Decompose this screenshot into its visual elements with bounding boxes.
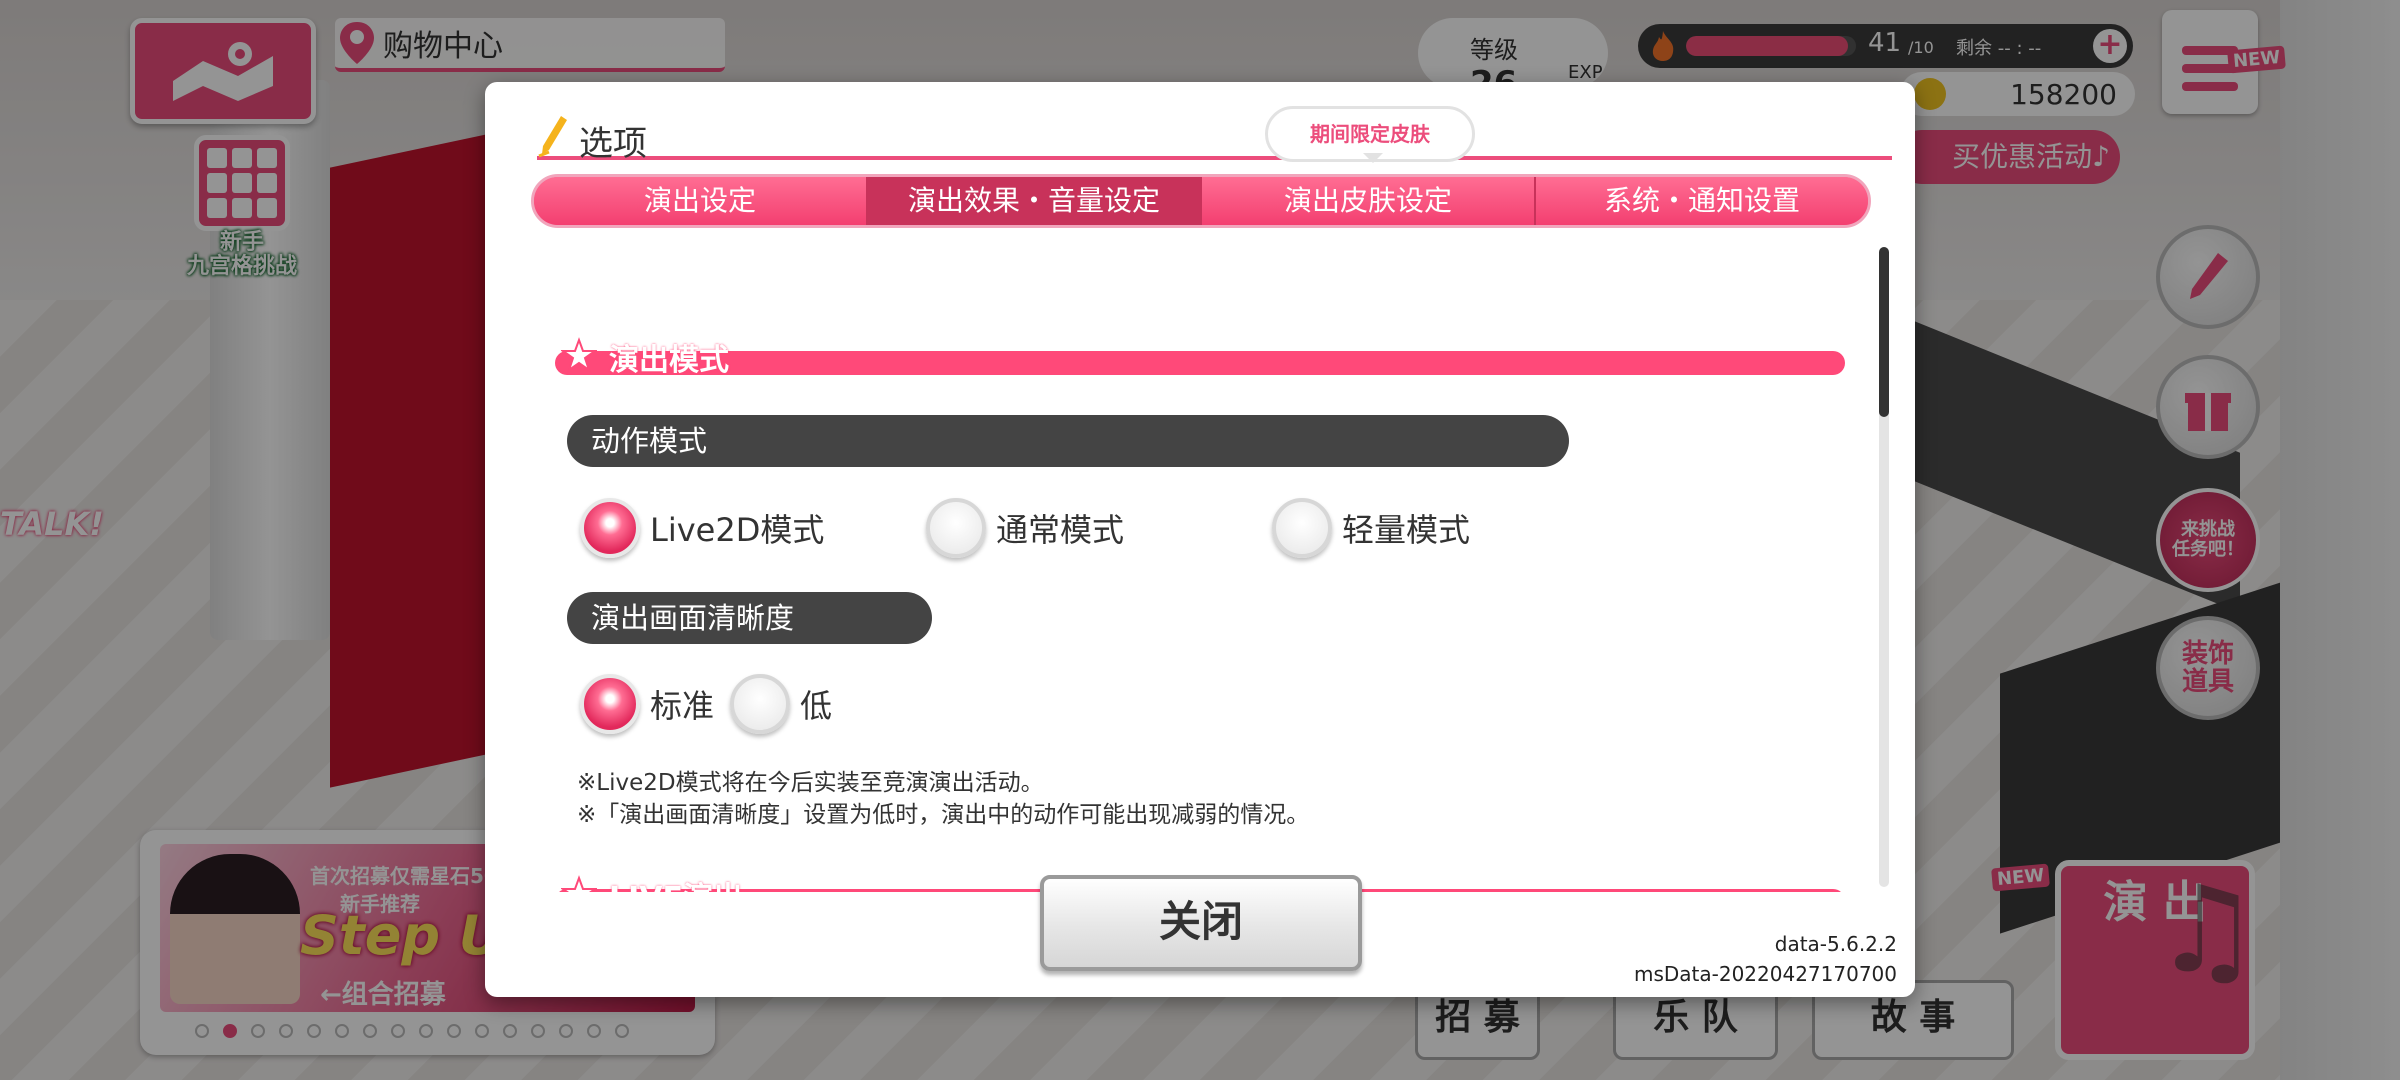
radio-live2d-mode[interactable]: Live2D模式 [580,498,824,558]
radio-quality-standard[interactable]: 标准 [580,674,714,734]
scrollbar-thumb[interactable] [1879,247,1889,417]
section-header-performance-mode: 演出模式 [555,337,1845,378]
msdata-version: msData-20220427170700 [1633,962,1897,986]
radio-indicator [1272,498,1332,558]
radio-indicator [580,498,640,558]
radio-indicator [730,674,790,734]
star-icon [561,337,597,373]
radio-indicator [580,674,640,734]
tab-performance-settings[interactable]: 演出设定 [534,177,868,225]
quality-label: 演出画面清晰度 [567,592,932,644]
settings-tabs: 演出设定 演出效果・音量设定 演出皮肤设定 系统・通知设置 [531,174,1871,228]
close-button[interactable]: 关闭 [1040,875,1362,971]
radio-label: 标准 [650,687,715,725]
note-live2d: ※Live2D模式将在今后实装至竞演演出活动。 [577,770,1044,796]
data-version: data-5.6.2.2 [1774,932,1897,956]
radio-label: 低 [800,687,833,725]
radio-indicator [926,498,986,558]
radio-label: 轻量模式 [1342,511,1471,549]
section-bar [555,351,1845,375]
settings-scroll-area[interactable]: 演出模式 动作模式 Live2D模式 通常模式 轻量模式 演出画面清晰度 标准 … [485,247,1915,892]
tab-system-notifications[interactable]: 系统・通知设置 [1536,177,1868,225]
dialog-title-bar: 选项 [537,110,1892,164]
dialog-title: 选项 [579,124,647,164]
tab-skin-settings[interactable]: 演出皮肤设定 [1202,177,1536,225]
radio-quality-low[interactable]: 低 [730,674,832,734]
tab-effects-volume[interactable]: 演出效果・音量设定 [868,177,1202,225]
options-dialog: 选项 期间限定皮肤 演出设定 演出效果・音量设定 演出皮肤设定 系统・通知设置 … [485,82,1915,997]
star-icon [561,875,597,892]
section-title: 演出模式 [609,343,729,378]
section-title: LIVE演出 [609,873,743,892]
radio-label: Live2D模式 [650,511,825,549]
pen-icon [538,116,567,158]
note-quality: ※「演出画面清晰度」设置为低时，演出中的动作可能出现减弱的情况。 [577,802,1310,828]
radio-normal-mode[interactable]: 通常模式 [926,498,1124,558]
limited-skin-tooltip: 期间限定皮肤 [1265,106,1475,163]
action-mode-label: 动作模式 [567,415,1569,467]
radio-label: 通常模式 [996,511,1125,549]
radio-light-mode[interactable]: 轻量模式 [1272,498,1470,558]
scrollbar[interactable] [1879,247,1889,887]
